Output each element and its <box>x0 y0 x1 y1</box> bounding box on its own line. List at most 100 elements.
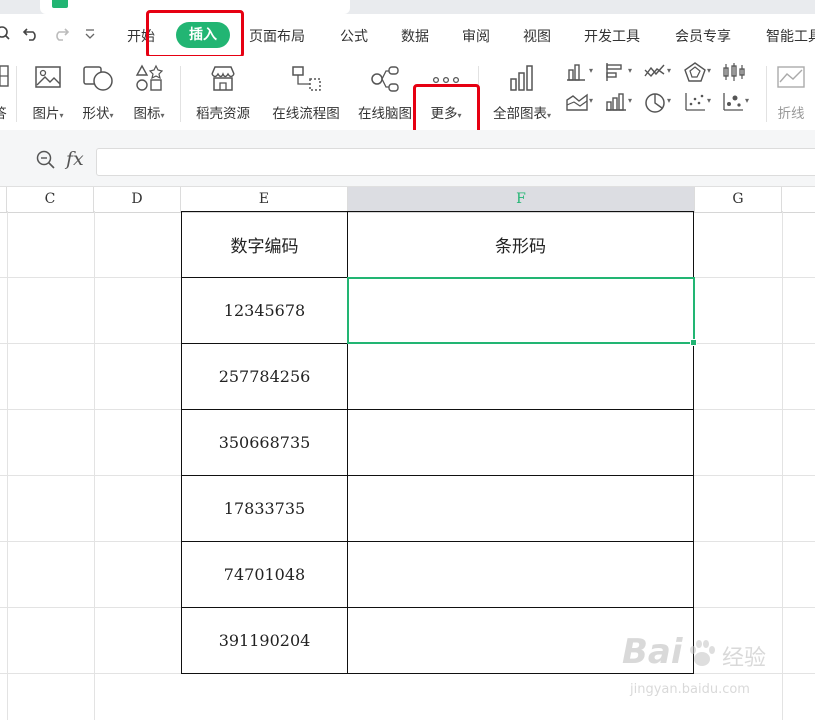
menu-data[interactable]: 数据 <box>401 26 429 46</box>
spreadsheet-icon <box>52 0 68 8</box>
table-icon <box>0 64 9 92</box>
partial-ribbon-label: 答 <box>0 102 10 122</box>
menu-member[interactable]: 会员专享 <box>675 26 731 46</box>
customize-chevron-icon[interactable] <box>84 26 96 46</box>
radar-chart-button[interactable]: ▾ <box>684 62 711 86</box>
scatter-chart-icon <box>684 93 706 116</box>
horizontal-bar-chart-icon <box>605 63 625 86</box>
formula-bar: fx <box>0 130 815 186</box>
menu-smart-tools[interactable]: 智能工具 <box>766 26 815 46</box>
radar-chart-icon <box>684 62 706 86</box>
menu-insert[interactable]: 插入 <box>176 22 230 48</box>
watermark-url: jingyan.baidu.com <box>630 682 750 697</box>
ribbon-divider <box>16 66 17 122</box>
cell-code[interactable]: 12345678 <box>181 277 348 344</box>
column-chart-button[interactable]: ▾ <box>566 62 593 86</box>
menu-review[interactable]: 审阅 <box>462 26 490 46</box>
undo-icon[interactable] <box>22 25 40 46</box>
line-chart-icon <box>644 64 666 86</box>
formula-input[interactable] <box>96 148 815 176</box>
cell-code[interactable]: 391190204 <box>181 607 348 674</box>
bubble-chart-button[interactable]: ▾ <box>722 92 749 116</box>
online-flowchart-button[interactable]: 在线流程图 <box>264 60 348 124</box>
cell-barcode[interactable] <box>347 343 694 410</box>
table-row: 17833735 <box>181 475 694 542</box>
chevron-down-icon: ▾ <box>628 96 633 105</box>
function-icon[interactable]: fx <box>66 148 84 170</box>
flowchart-icon <box>290 64 322 98</box>
more-label: 更多 <box>430 106 458 122</box>
scatter-chart-button[interactable]: ▾ <box>684 92 711 116</box>
chevron-down-icon: ▾ <box>457 111 462 120</box>
chevron-down-icon: ▾ <box>589 66 594 75</box>
document-tab[interactable] <box>40 0 350 14</box>
fill-handle[interactable] <box>690 339 697 346</box>
cell-code[interactable]: 350668735 <box>181 409 348 476</box>
active-cell-selection[interactable] <box>347 277 697 346</box>
online-flowchart-label: 在线流程图 <box>272 106 340 122</box>
bar-chart-icon <box>508 64 536 96</box>
pie-chart-button[interactable]: ▾ <box>644 92 671 118</box>
ribbon-divider <box>766 66 767 122</box>
column-header-e[interactable]: E <box>181 187 348 212</box>
chevron-down-icon: ▾ <box>745 96 750 105</box>
cell-barcode[interactable] <box>347 541 694 608</box>
column-header-c[interactable]: C <box>7 187 94 212</box>
redo-icon[interactable] <box>52 25 70 46</box>
table-header-row: 数字编码 条形码 <box>181 211 694 278</box>
docer-resources-button[interactable]: 稻壳资源 <box>190 60 256 124</box>
baidu-watermark: Bai 经验 jingyan.baidu.com <box>620 630 810 710</box>
header-cell-barcode[interactable]: 条形码 <box>347 211 694 278</box>
menu-home[interactable]: 开始 <box>127 26 155 46</box>
bar-chart-button[interactable]: ▾ <box>605 62 632 86</box>
all-charts-button[interactable]: 全部图表▾ <box>486 60 558 124</box>
zoom-icon[interactable] <box>36 150 56 174</box>
cell-barcode[interactable] <box>347 409 694 476</box>
docer-resources-label: 稻壳资源 <box>196 106 250 122</box>
chevron-down-icon: ▾ <box>667 66 672 75</box>
cell-code[interactable]: 17833735 <box>181 475 348 542</box>
chevron-down-icon: ▾ <box>707 66 712 75</box>
header-cell-code[interactable]: 数字编码 <box>181 211 348 278</box>
partial-ribbon-button[interactable]: 答 <box>0 60 10 124</box>
column-header-row: C D E F G <box>0 186 815 213</box>
menu-developer[interactable]: 开发工具 <box>584 26 640 46</box>
combo-chart-icon <box>605 93 627 116</box>
line-chart-button[interactable]: ▾ <box>644 62 671 86</box>
menu-view[interactable]: 视图 <box>523 26 551 46</box>
picture-label: 图片 <box>32 106 60 122</box>
column-header-f[interactable]: F <box>348 187 695 212</box>
shape-icon <box>81 64 115 96</box>
icon-library-button[interactable]: 图标▾ <box>126 60 172 124</box>
watermark-jingyan: 经验 <box>722 646 767 671</box>
cell-code[interactable]: 257784256 <box>181 343 348 410</box>
column-header-d[interactable]: D <box>94 187 181 212</box>
cell-code[interactable]: 74701048 <box>181 541 348 608</box>
grid-line <box>94 211 95 720</box>
more-dots-icon <box>432 70 460 89</box>
table-row: 257784256 <box>181 343 694 410</box>
stock-chart-button[interactable] <box>722 62 746 86</box>
column-header-g[interactable]: G <box>695 187 782 212</box>
column-header-partial[interactable] <box>0 187 7 212</box>
area-chart-button[interactable]: ▾ <box>566 92 593 116</box>
online-mindmap-button[interactable]: 在线脑图 <box>352 60 418 124</box>
cell-barcode[interactable] <box>347 475 694 542</box>
watermark-brand: Bai <box>622 632 683 672</box>
chevron-down-icon: ▾ <box>59 111 64 120</box>
sparkline-button[interactable]: 折线 <box>770 60 812 124</box>
shape-button[interactable]: 形状▾ <box>76 60 120 124</box>
grid-line <box>7 211 8 720</box>
paw-icon <box>686 638 718 674</box>
ribbon-divider <box>180 66 181 122</box>
menu-page-layout[interactable]: 页面布局 <box>249 26 305 46</box>
column-header-h[interactable] <box>782 187 815 212</box>
chevron-down-icon: ▾ <box>109 111 114 120</box>
more-button[interactable]: 更多▾ <box>420 60 472 124</box>
zoom-icon[interactable] <box>0 25 10 46</box>
mindmap-icon <box>369 64 401 98</box>
menu-formulas[interactable]: 公式 <box>340 26 368 46</box>
combo-chart-button[interactable]: ▾ <box>605 92 632 116</box>
picture-button[interactable]: 图片▾ <box>26 60 70 124</box>
stock-chart-icon <box>722 63 746 86</box>
